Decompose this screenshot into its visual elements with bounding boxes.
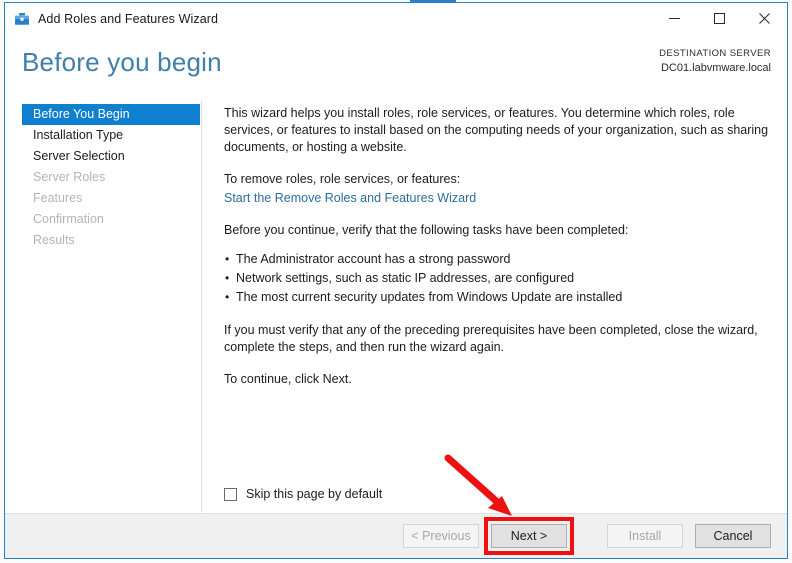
nav-item-confirmation: Confirmation — [33, 212, 104, 226]
add-roles-and-features-wizard-window: Add Roles and Features Wizard Before you… — [4, 2, 788, 559]
window-controls — [652, 3, 787, 35]
list-item: The most current security updates from W… — [224, 288, 769, 307]
minimize-icon — [669, 18, 680, 19]
toolbox-icon — [14, 11, 30, 27]
remove-intro-text: To remove roles, role services, or featu… — [224, 172, 461, 186]
destination-server-label: DESTINATION SERVER — [659, 48, 771, 59]
wizard-navigation-panel: Before You Begin Installation Type Serve… — [22, 99, 202, 513]
header-band: Before you begin DESTINATION SERVER DC01… — [5, 35, 787, 99]
wizard-body: Before You Begin Installation Type Serve… — [5, 99, 787, 513]
destination-server-value: DC01.labvmware.local — [660, 62, 771, 74]
wizard-footer-bar: < Previous Next > Install Cancel — [5, 513, 787, 558]
maximize-icon — [714, 13, 725, 24]
verify-note-paragraph: If you must verify that any of the prece… — [224, 323, 758, 354]
next-button[interactable]: Next > — [491, 524, 567, 548]
window-title: Add Roles and Features Wizard — [38, 12, 219, 26]
title-bar: Add Roles and Features Wizard — [5, 3, 787, 35]
nav-item-server-roles: Server Roles — [33, 170, 106, 184]
nav-item-server-selection[interactable]: Server Selection — [22, 146, 201, 167]
install-button: Install — [607, 524, 683, 548]
maximize-button[interactable] — [697, 3, 742, 34]
nav-item-installation-type[interactable]: Installation Type — [22, 125, 201, 146]
skip-this-page-label: Skip this page by default — [246, 487, 383, 501]
start-remove-roles-and-features-wizard-link[interactable]: Start the Remove Roles and Features Wiza… — [224, 191, 476, 205]
list-item: The Administrator account has a strong p… — [224, 250, 769, 269]
prerequisites-list: The Administrator account has a strong p… — [224, 250, 769, 307]
nav-item-features: Features — [33, 191, 83, 205]
page-title: Before you begin — [22, 47, 222, 77]
verify-intro-text: Before you continue, verify that the fol… — [224, 223, 629, 237]
next-button-slot: Next > — [484, 517, 574, 555]
cancel-button[interactable]: Cancel — [695, 524, 771, 548]
skip-this-page-row[interactable]: Skip this page by default — [224, 486, 382, 503]
continue-note-paragraph: To continue, click Next. — [224, 372, 352, 386]
skip-this-page-checkbox[interactable] — [224, 488, 237, 501]
list-item: Network settings, such as static IP addr… — [224, 269, 769, 288]
minimize-button[interactable] — [652, 3, 697, 34]
close-icon — [759, 13, 770, 24]
previous-button: < Previous — [403, 524, 479, 548]
intro-paragraph: This wizard helps you install roles, rol… — [224, 106, 769, 154]
wizard-content-panel: This wizard helps you install roles, rol… — [202, 99, 787, 513]
nav-item-results: Results — [33, 233, 75, 247]
close-button[interactable] — [742, 3, 787, 34]
destination-server-block: DESTINATION SERVER DC01.labvmware.local — [659, 47, 771, 75]
nav-item-before-you-begin[interactable]: Before You Begin — [22, 104, 200, 125]
